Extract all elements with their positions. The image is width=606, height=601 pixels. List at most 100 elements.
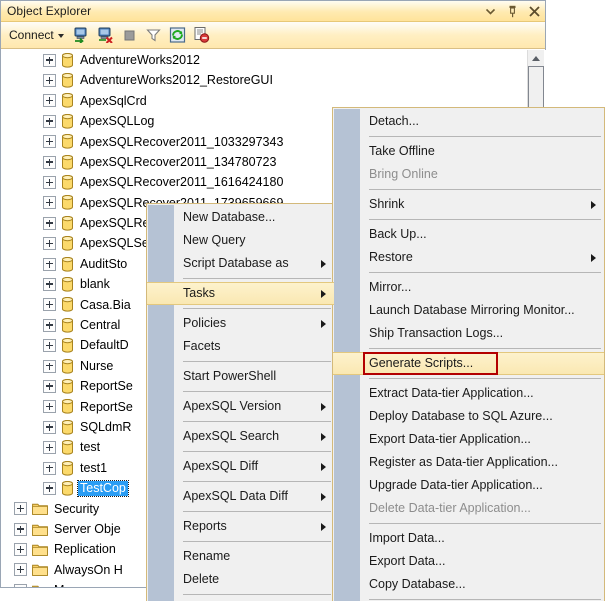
scroll-up-arrow-icon[interactable] bbox=[528, 50, 544, 66]
chevron-down-icon[interactable] bbox=[484, 4, 497, 19]
expand-plus-icon[interactable] bbox=[43, 461, 56, 475]
database-icon bbox=[61, 195, 74, 210]
menu-item-reports[interactable]: Reports bbox=[147, 515, 334, 538]
expand-plus-icon[interactable] bbox=[43, 339, 56, 353]
menu-item-apexsql-data-diff[interactable]: ApexSQL Data Diff bbox=[147, 485, 334, 508]
expand-plus-icon[interactable] bbox=[43, 359, 56, 373]
database-icon bbox=[61, 73, 74, 88]
tree-item-label: ApexSQLRe bbox=[80, 216, 150, 231]
connect-object-explorer-icon[interactable] bbox=[72, 25, 92, 45]
expand-plus-icon[interactable] bbox=[43, 74, 56, 88]
menu-item-label: Export Data... bbox=[369, 554, 446, 569]
menu-item-label: ApexSQL Search bbox=[183, 429, 280, 444]
auto-hide-pin-icon[interactable] bbox=[506, 4, 519, 19]
expand-plus-icon[interactable] bbox=[43, 53, 56, 67]
expand-plus-icon[interactable] bbox=[43, 257, 56, 271]
menu-item-start-powershell[interactable]: Start PowerShell bbox=[147, 365, 334, 388]
tasks-item-deploy-database-to-sql-azure[interactable]: Deploy Database to SQL Azure... bbox=[333, 405, 604, 428]
menu-item-script-database-as[interactable]: Script Database as bbox=[147, 252, 334, 275]
expand-plus-icon[interactable] bbox=[43, 114, 56, 128]
expand-plus-icon[interactable] bbox=[43, 237, 56, 251]
database-context-menu[interactable]: New Database... New Query Script Database … bbox=[146, 203, 335, 601]
tasks-item-restore[interactable]: Restore bbox=[333, 246, 604, 269]
expand-plus-icon[interactable] bbox=[14, 583, 27, 587]
expand-plus-icon[interactable] bbox=[43, 196, 56, 210]
tree-item[interactable]: AdventureWorks2012_RestoreGUI bbox=[2, 70, 546, 90]
submenu-arrow-icon bbox=[321, 492, 326, 501]
tasks-item-ship-transaction-logs[interactable]: Ship Transaction Logs... bbox=[333, 322, 604, 345]
tasks-item-launch-database-mirroring-monitor[interactable]: Launch Database Mirroring Monitor... bbox=[333, 299, 604, 322]
folder-icon bbox=[32, 563, 48, 577]
filter-icon[interactable] bbox=[144, 25, 164, 45]
activity-monitor-icon[interactable] bbox=[192, 25, 212, 45]
menu-item-apexsql-version[interactable]: ApexSQL Version bbox=[147, 395, 334, 418]
tasks-item-back-up[interactable]: Back Up... bbox=[333, 223, 604, 246]
database-icon bbox=[61, 399, 74, 414]
expand-plus-icon[interactable] bbox=[43, 420, 56, 434]
expand-plus-icon[interactable] bbox=[43, 441, 56, 455]
tasks-submenu[interactable]: Detach... Take Offline Bring Online Shrink B… bbox=[332, 107, 605, 601]
tasks-item-extract-data-tier-application[interactable]: Extract Data-tier Application... bbox=[333, 382, 604, 405]
tasks-item-import-data[interactable]: Import Data... bbox=[333, 527, 604, 550]
stop-icon[interactable] bbox=[120, 25, 140, 45]
database-icon bbox=[61, 460, 74, 476]
menu-separator bbox=[333, 186, 604, 193]
tasks-item-generate-scripts[interactable]: Generate Scripts... bbox=[333, 352, 604, 375]
folder-icon bbox=[32, 584, 48, 587]
menu-item-rename[interactable]: Rename bbox=[147, 545, 334, 568]
expand-plus-icon[interactable] bbox=[43, 318, 56, 332]
expand-plus-icon[interactable] bbox=[43, 298, 56, 312]
menu-item-label: Reports bbox=[183, 519, 227, 534]
tasks-item-take-offline[interactable]: Take Offline bbox=[333, 140, 604, 163]
disconnect-object-explorer-icon[interactable] bbox=[96, 25, 116, 45]
expand-plus-icon[interactable] bbox=[14, 563, 27, 577]
tree-item-label: Nurse bbox=[80, 358, 114, 373]
database-icon bbox=[61, 134, 74, 149]
menu-item-tasks[interactable]: Tasks bbox=[147, 282, 334, 305]
tasks-item-mirror[interactable]: Mirror... bbox=[333, 276, 604, 299]
expand-plus-icon[interactable] bbox=[43, 400, 56, 414]
tasks-item-detach[interactable]: Detach... bbox=[333, 110, 604, 133]
expand-plus-icon[interactable] bbox=[14, 522, 27, 536]
menu-item-label: Detach... bbox=[369, 114, 420, 129]
expand-plus-icon[interactable] bbox=[43, 94, 56, 108]
menu-item-new-database[interactable]: New Database... bbox=[147, 206, 334, 229]
page-title: Object Explorer bbox=[7, 4, 92, 18]
menu-item-label: Bring Online bbox=[369, 167, 438, 182]
tasks-item-upgrade-data-tier-application[interactable]: Upgrade Data-tier Application... bbox=[333, 474, 604, 497]
tasks-item-register-as-data-tier-application[interactable]: Register as Data-tier Application... bbox=[333, 451, 604, 474]
tree-item-label: ApexSQLRecover2011_134780723 bbox=[80, 154, 277, 169]
tasks-item-export-data-tier-application[interactable]: Export Data-tier Application... bbox=[333, 428, 604, 451]
menu-separator bbox=[333, 216, 604, 223]
expand-plus-icon[interactable] bbox=[43, 135, 56, 149]
menu-item-new-query[interactable]: New Query bbox=[147, 229, 334, 252]
expand-plus-icon[interactable] bbox=[43, 155, 56, 169]
expand-plus-icon[interactable] bbox=[14, 502, 27, 516]
connect-button[interactable]: Connect bbox=[7, 26, 68, 44]
tasks-item-copy-database[interactable]: Copy Database... bbox=[333, 573, 604, 596]
tree-item-label: Security bbox=[54, 501, 100, 516]
expand-plus-icon[interactable] bbox=[43, 216, 56, 230]
tree-item[interactable]: AdventureWorks2012 bbox=[2, 50, 546, 70]
close-icon[interactable] bbox=[528, 4, 541, 19]
expand-plus-icon[interactable] bbox=[43, 277, 56, 291]
menu-item-apexsql-diff[interactable]: ApexSQL Diff bbox=[147, 455, 334, 478]
menu-item-policies[interactable]: Policies bbox=[147, 312, 334, 335]
menu-item-delete[interactable]: Delete bbox=[147, 568, 334, 591]
expand-plus-icon[interactable] bbox=[43, 379, 56, 393]
tree-item-label: ApexSQLSe bbox=[80, 236, 149, 251]
menu-item-facets[interactable]: Facets bbox=[147, 335, 334, 358]
expand-plus-icon[interactable] bbox=[43, 176, 56, 190]
menu-item-label: New Query bbox=[183, 233, 246, 248]
database-icon bbox=[61, 113, 74, 129]
folder-icon bbox=[32, 502, 48, 516]
submenu-arrow-icon bbox=[321, 522, 326, 531]
expand-plus-icon[interactable] bbox=[43, 481, 56, 495]
tasks-item-shrink[interactable]: Shrink bbox=[333, 193, 604, 216]
menu-item-apexsql-search[interactable]: ApexSQL Search bbox=[147, 425, 334, 448]
refresh-icon[interactable] bbox=[168, 25, 188, 45]
database-icon bbox=[61, 52, 74, 68]
menu-item-label: Back Up... bbox=[369, 227, 427, 242]
expand-plus-icon[interactable] bbox=[14, 543, 27, 557]
tasks-item-export-data[interactable]: Export Data... bbox=[333, 550, 604, 573]
